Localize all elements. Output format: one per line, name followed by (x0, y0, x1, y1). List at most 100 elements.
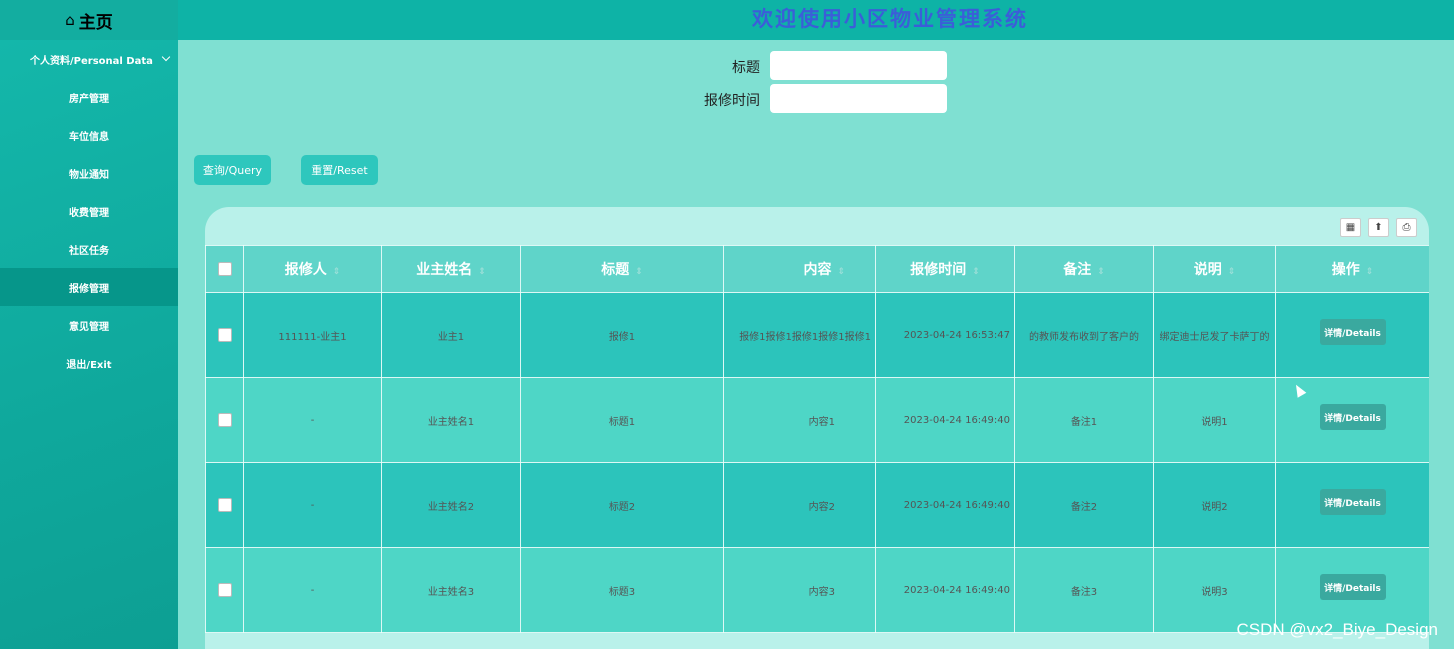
sidebar-item-community-tasks[interactable]: 社区任务 (0, 230, 178, 268)
table-header-row: 报修人 ⇕ 业主姓名 ⇕ 标题 ⇕ 内容 ⇕ 报修时间 ⇕ 备注 ⇕ 说明 ⇕ 操作 ⇕ (205, 245, 1429, 293)
sidebar-item-notices[interactable]: 物业通知 (0, 154, 178, 192)
cell-repair-time: 2023-04-24 16:49:40 (875, 377, 1015, 463)
column-header[interactable]: 标题 ⇕ (520, 245, 724, 293)
sidebar-item-label: 个人资料/Personal Data (30, 55, 153, 67)
column-header-label: 业主姓名 (416, 262, 473, 278)
sort-icon[interactable]: ⇕ (837, 267, 845, 277)
cell-actions: 详情/Details (1275, 292, 1429, 378)
row-select-cell (205, 547, 244, 633)
sort-icon[interactable]: ⇕ (635, 267, 643, 277)
details-button[interactable]: 详情/Details (1319, 574, 1386, 600)
reset-button[interactable]: 重置/Reset (301, 155, 378, 185)
column-header-label: 备注 (1063, 262, 1092, 278)
sidebar-item-label: 社区任务 (69, 245, 109, 257)
column-header[interactable]: 说明 ⇕ (1153, 245, 1276, 293)
details-button[interactable]: 详情/Details (1319, 489, 1386, 515)
home-link[interactable]: ⌂ 主页 (0, 0, 178, 40)
table-row: 111111-业主1 业主1 报修1 报修1报修1报修1报修1报修1 2023-… (205, 292, 1429, 378)
sidebar-item-exit[interactable]: 退出/Exit (0, 344, 178, 382)
column-header[interactable]: 报修时间 ⇕ (875, 245, 1015, 293)
cell-content: 报修1报修1报修1报修1报修1 (723, 292, 876, 378)
title-input[interactable] (770, 51, 947, 80)
sidebar-item-personal-data[interactable]: 个人资料/Personal Data (0, 40, 178, 78)
select-all-checkbox[interactable] (217, 262, 232, 276)
column-header[interactable]: 备注 ⇕ (1014, 245, 1154, 293)
cell-remark: 的教师发布收到了客户的 (1014, 292, 1154, 378)
cell-description: 绑定迪士尼发了卡萨丁的 (1153, 292, 1276, 378)
sidebar: 个人资料/Personal Data 房产管理 车位信息 物业通知 收费管理 社… (0, 40, 178, 649)
cell-repair-time: 2023-04-24 16:49:40 (875, 547, 1015, 633)
cell-reporter: - (243, 547, 382, 633)
repair-time-label: 报修时间 (704, 93, 760, 109)
sidebar-item-fees[interactable]: 收费管理 (0, 192, 178, 230)
column-header[interactable]: 内容 ⇕ (723, 245, 876, 293)
cell-repair-time: 2023-04-24 16:49:40 (875, 462, 1015, 548)
sort-icon[interactable]: ⇕ (333, 267, 341, 277)
column-header-label: 操作 (1331, 262, 1360, 278)
row-checkbox[interactable] (217, 498, 232, 512)
cell-description: 说明2 (1153, 462, 1276, 548)
cell-reporter: - (243, 462, 382, 548)
column-header-label: 报修人 (284, 262, 327, 278)
row-select-cell (205, 462, 244, 548)
column-header[interactable]: 报修人 ⇕ (243, 245, 382, 293)
column-header[interactable]: 操作 ⇕ (1275, 245, 1429, 293)
cell-content: 内容1 (723, 377, 876, 463)
home-icon: ⌂ (65, 11, 75, 29)
repair-time-input[interactable] (770, 84, 947, 113)
cell-owner-name: 业主姓名3 (381, 547, 521, 633)
cell-remark: 备注3 (1014, 547, 1154, 633)
sidebar-item-repairs[interactable]: 报修管理 (0, 268, 178, 306)
row-select-cell (205, 292, 244, 378)
cell-content: 内容2 (723, 462, 876, 548)
sort-icon[interactable]: ⇕ (972, 267, 980, 277)
sidebar-item-label: 报修管理 (69, 283, 109, 295)
column-header[interactable]: 业主姓名 ⇕ (381, 245, 521, 293)
sidebar-item-label: 车位信息 (69, 131, 109, 143)
chevron-down-icon (161, 52, 171, 62)
top-bar: ⌂ 主页 欢迎使用小区物业管理系统 (0, 0, 1454, 40)
row-checkbox[interactable] (217, 328, 232, 342)
sidebar-item-parking[interactable]: 车位信息 (0, 116, 178, 154)
row-select-cell (205, 377, 244, 463)
cell-title: 标题1 (520, 377, 724, 463)
sort-icon[interactable]: ⇕ (1366, 267, 1374, 277)
cell-remark: 备注2 (1014, 462, 1154, 548)
column-header-label: 标题 (601, 262, 630, 278)
columns-icon[interactable]: ▦ (1340, 218, 1361, 237)
sidebar-item-label: 意见管理 (69, 321, 109, 333)
column-header-label: 内容 (803, 262, 832, 278)
row-checkbox[interactable] (217, 583, 232, 597)
cell-title: 报修1 (520, 292, 724, 378)
column-header-label: 说明 (1193, 262, 1222, 278)
sidebar-item-feedback[interactable]: 意见管理 (0, 306, 178, 344)
cell-title: 标题3 (520, 547, 724, 633)
cell-content: 内容3 (723, 547, 876, 633)
sort-icon[interactable]: ⇕ (1228, 267, 1236, 277)
print-icon[interactable]: ⎙ (1396, 218, 1417, 237)
select-all-cell (205, 245, 244, 293)
repairs-table: 报修人 ⇕ 业主姓名 ⇕ 标题 ⇕ 内容 ⇕ 报修时间 ⇕ 备注 ⇕ 说明 ⇕ 操作 ⇕ 111… (205, 245, 1429, 633)
cell-description: 说明1 (1153, 377, 1276, 463)
row-checkbox[interactable] (217, 413, 232, 427)
details-button[interactable]: 详情/Details (1319, 404, 1386, 430)
cell-owner-name: 业主姓名2 (381, 462, 521, 548)
sidebar-item-label: 物业通知 (69, 169, 109, 181)
query-button[interactable]: 查询/Query (194, 155, 271, 185)
cell-reporter: 111111-业主1 (243, 292, 382, 378)
table-card: ▦ ⬆ ⎙ 报修人 ⇕ 业主姓名 ⇕ 标题 ⇕ 内容 ⇕ 报修时间 ⇕ 备注 ⇕ 说明 ⇕ (205, 207, 1429, 649)
cell-title: 标题2 (520, 462, 724, 548)
column-header-label: 报修时间 (910, 262, 967, 278)
cell-repair-time: 2023-04-24 16:53:47 (875, 292, 1015, 378)
export-icon[interactable]: ⬆ (1368, 218, 1389, 237)
sidebar-item-property[interactable]: 房产管理 (0, 78, 178, 116)
cell-owner-name: 业主1 (381, 292, 521, 378)
sort-icon[interactable]: ⇕ (478, 267, 486, 277)
cell-owner-name: 业主姓名1 (381, 377, 521, 463)
title-label: 标题 (732, 60, 760, 76)
cell-remark: 备注1 (1014, 377, 1154, 463)
cell-reporter: - (243, 377, 382, 463)
details-button[interactable]: 详情/Details (1319, 319, 1386, 345)
cell-actions: 详情/Details (1275, 462, 1429, 548)
sort-icon[interactable]: ⇕ (1097, 267, 1105, 277)
